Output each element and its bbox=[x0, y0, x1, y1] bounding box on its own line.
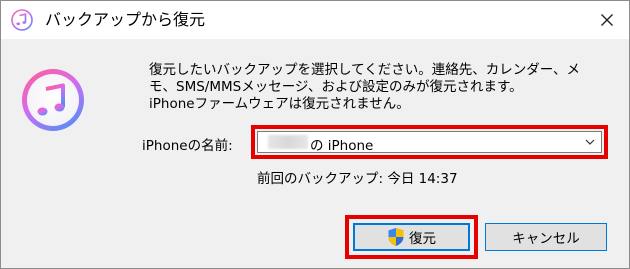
uac-shield-icon bbox=[388, 228, 404, 246]
redacted-device-name bbox=[268, 135, 308, 149]
cancel-button-label: キャンセル bbox=[512, 231, 580, 247]
backup-device-select[interactable]: の iPhone bbox=[257, 131, 602, 154]
itunes-icon bbox=[11, 9, 33, 31]
close-button[interactable] bbox=[593, 7, 621, 33]
close-icon bbox=[601, 14, 613, 26]
title-bar: バックアップから復元 bbox=[1, 1, 629, 39]
restore-description: 復元したいバックアップを選択してください。連絡先、カレンダー、メ モ、SMS/M… bbox=[149, 62, 581, 112]
iphone-name-label: iPhoneの名前: bbox=[142, 138, 233, 154]
cancel-button[interactable]: キャンセル bbox=[485, 223, 607, 251]
window-title: バックアップから復元 bbox=[45, 10, 206, 29]
restore-from-backup-dialog: バックアップから復元 復元したいバックアップを選択してください。連絡先、カレンダ… bbox=[0, 0, 630, 269]
restore-button-label: 復元 bbox=[409, 231, 436, 247]
last-backup-info: 前回のバックアップ: 今日 14:37 bbox=[257, 171, 458, 187]
restore-button[interactable]: 復元 bbox=[353, 223, 470, 251]
selected-backup-value: の iPhone bbox=[310, 138, 374, 154]
chevron-down-icon bbox=[585, 139, 595, 145]
itunes-music-icon bbox=[22, 69, 84, 131]
